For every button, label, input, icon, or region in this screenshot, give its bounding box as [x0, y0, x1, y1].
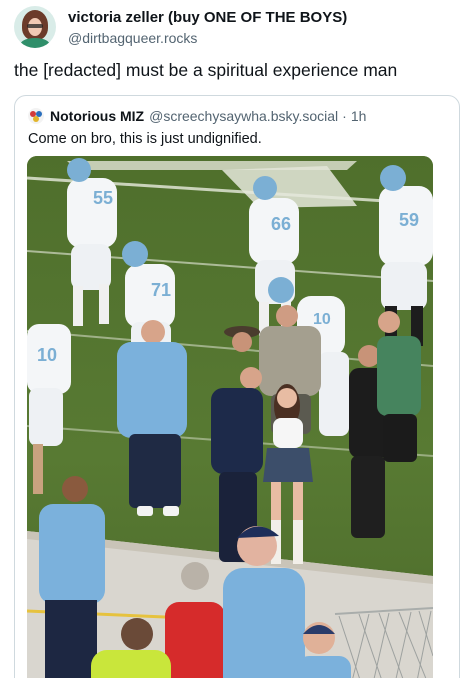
meta-separator: ·: [342, 108, 347, 124]
author-avatar[interactable]: [14, 6, 56, 48]
quoted-post-time[interactable]: 1h: [351, 108, 367, 124]
staff-bottom-left: [39, 476, 105, 678]
author-info: victoria zeller (buy ONE OF THE BOYS) @d…: [68, 6, 347, 48]
quoted-author-name[interactable]: Notorious MIZ: [50, 108, 144, 124]
quoted-post-card[interactable]: Notorious MIZ @screechysaywha.bsky.socia…: [14, 95, 460, 678]
quoted-post-photo[interactable]: 55 66 59 71 10 10: [27, 156, 433, 678]
quoted-post-header: Notorious MIZ @screechysaywha.bsky.socia…: [28, 108, 366, 124]
jersey-number: 59: [399, 210, 419, 230]
jersey-number: 10: [37, 345, 57, 365]
jersey-number: 55: [93, 188, 113, 208]
author-handle[interactable]: @dirtbagqueer.rocks: [68, 29, 347, 48]
sideline-photo: 55 66 59 71 10 10: [27, 156, 433, 678]
post-header: victoria zeller (buy ONE OF THE BOYS) @d…: [14, 6, 347, 48]
jersey-number: 71: [151, 280, 171, 300]
jersey-number: 10: [313, 311, 331, 328]
author-display-name[interactable]: victoria zeller (buy ONE OF THE BOYS): [68, 8, 347, 28]
quoted-author-avatar[interactable]: [28, 108, 44, 124]
quoted-author-handle[interactable]: @screechysaywha.bsky.social: [149, 108, 338, 124]
quoted-post-text: Come on bro, this is just undignified.: [28, 131, 262, 147]
post-text: the [redacted] must be a spiritual exper…: [14, 60, 398, 80]
jersey-number: 66: [271, 214, 291, 234]
